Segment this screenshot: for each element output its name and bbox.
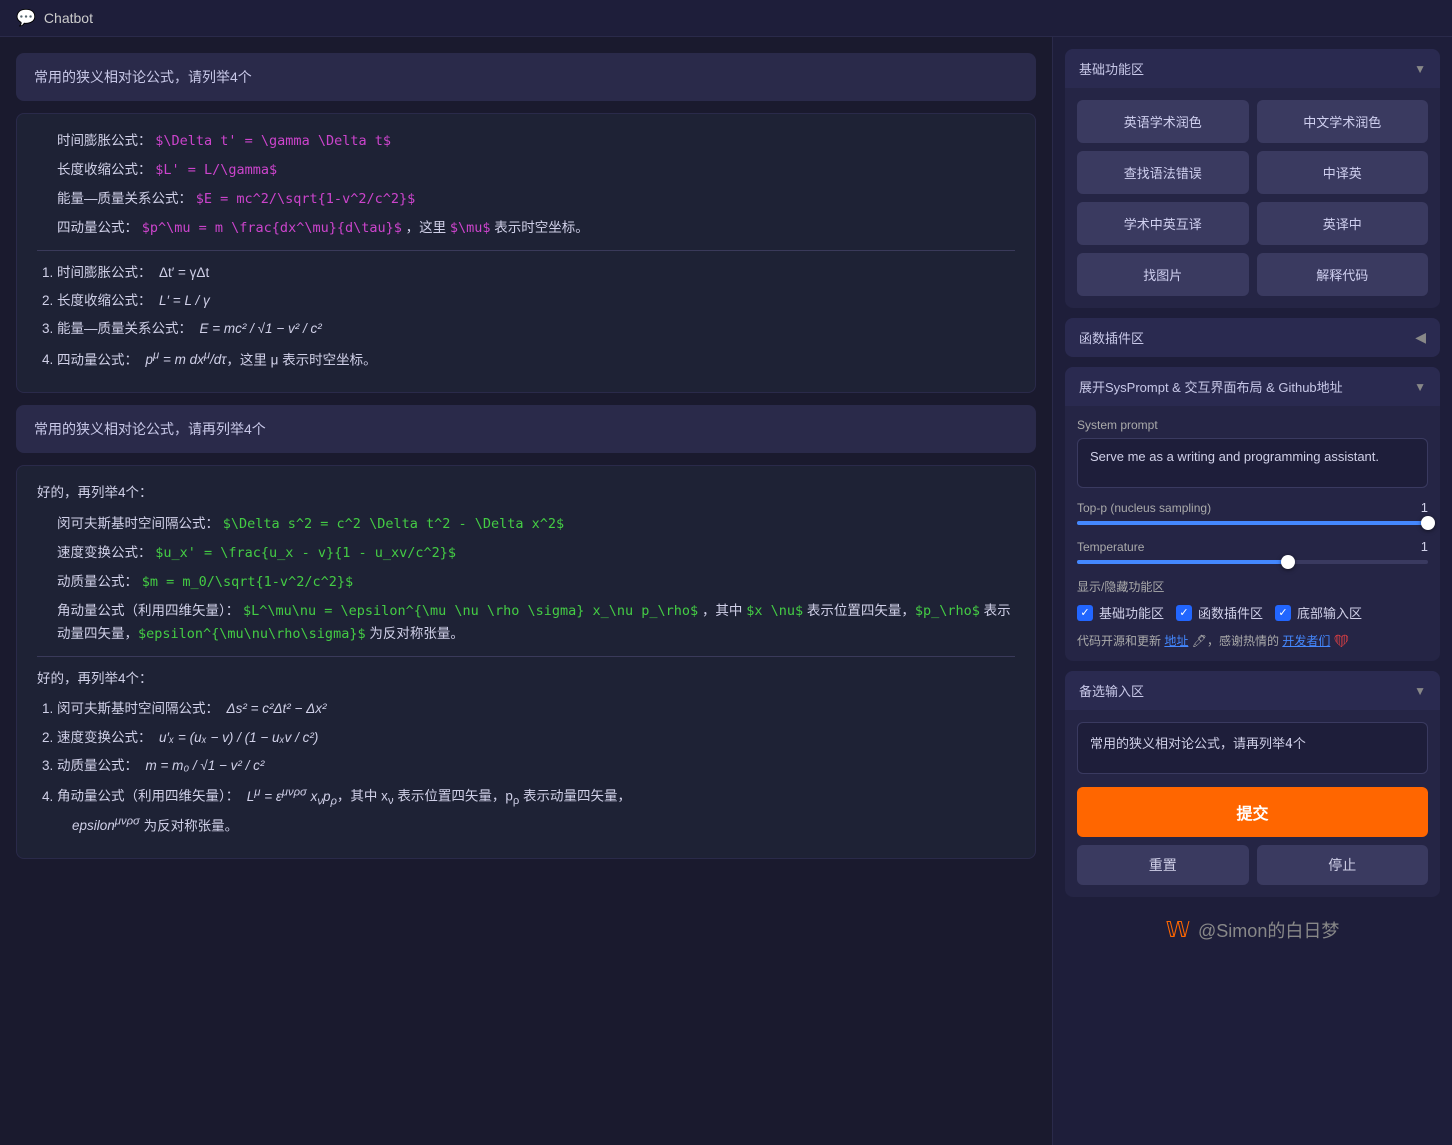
top-p-thumb [1421, 516, 1435, 530]
list-item: 长度收缩公式： $L' = L/\gamma$ [57, 159, 1015, 182]
btn-find-image[interactable]: 找图片 [1077, 253, 1249, 296]
top-p-value: 1 [1421, 500, 1428, 515]
user-message-2: 常用的狭义相对论公式，请再列举4个 [16, 405, 1036, 453]
temperature-value: 1 [1421, 539, 1428, 554]
basic-functions-grid: 英语学术润色 中文学术润色 查找语法错误 中译英 学术中英互译 英译中 找图片 … [1077, 100, 1428, 296]
checkbox-plugin-box: ✓ [1176, 605, 1192, 621]
devs-link[interactable]: 开发者们 [1282, 634, 1330, 648]
display-group: 显示/隐藏功能区 ✓ 基础功能区 ✓ 函数插件区 ✓ 底部输入区 [1077, 578, 1428, 622]
list-item: 速度变换公式： $u_x' = \frac{u_x - v}{1 - u_xv/… [57, 542, 1015, 565]
assistant-message-1: 时间膨胀公式： $\Delta t' = \gamma \Delta t$ 长度… [16, 113, 1036, 393]
assistant-message-2: 好的，再列举4个： 闵可夫斯基时空间隔公式： $\Delta s^2 = c^2… [16, 465, 1036, 859]
btn-en-to-zh[interactable]: 英译中 [1257, 202, 1429, 245]
top-p-track[interactable] [1077, 521, 1428, 525]
top-p-label: Top-p (nucleus sampling) [1077, 501, 1211, 515]
chat-icon: 💬 [16, 8, 36, 28]
temperature-group: Temperature 1 [1077, 539, 1428, 564]
btn-english-polish[interactable]: 英语学术润色 [1077, 100, 1249, 143]
sys-prompt-header[interactable]: 展开SysPrompt & 交互界面布局 & Github地址 ▼ [1065, 367, 1440, 406]
plugin-functions-header[interactable]: 函数插件区 ◀ [1065, 318, 1440, 357]
alt-input-body: 常用的狭义相对论公式，请再列举4个 提交 重置 停止 [1065, 710, 1440, 897]
basic-functions-body: 英语学术润色 中文学术润色 查找语法错误 中译英 学术中英互译 英译中 找图片 … [1065, 88, 1440, 308]
list-item: 速度变换公式： u′ₓ = (uₓ − v) / (1 − uₓv / c²) [57, 726, 1015, 750]
list-item: 四动量公式： pμ = m dxμ/dτ，这里 μ 表示时空坐标。 [57, 346, 1015, 373]
checkbox-input[interactable]: ✓ 底部输入区 [1275, 603, 1362, 622]
basic-functions-arrow: ▼ [1414, 62, 1426, 76]
list-item: 四动量公式： $p^\mu = m \frac{dx^\mu}{d\tau}$ … [57, 217, 1015, 240]
sys-prompt-arrow: ▼ [1414, 380, 1426, 394]
checkbox-plugin[interactable]: ✓ 函数插件区 [1176, 603, 1263, 622]
github-link[interactable]: 地址 [1164, 634, 1188, 648]
list-item: 动质量公式： $m = m_0/\sqrt{1-v^2/c^2}$ [57, 571, 1015, 594]
sys-prompt-section: 展开SysPrompt & 交互界面布局 & Github地址 ▼ System… [1065, 367, 1440, 661]
reset-button[interactable]: 重置 [1077, 845, 1249, 885]
alt-input-textarea[interactable]: 常用的狭义相对论公式，请再列举4个 [1077, 722, 1428, 774]
checkbox-basic[interactable]: ✓ 基础功能区 [1077, 603, 1164, 622]
plugin-functions-section: 函数插件区 ◀ [1065, 318, 1440, 357]
user-message-1: 常用的狭义相对论公式，请列举4个 [16, 53, 1036, 101]
submit-button[interactable]: 提交 [1077, 787, 1428, 837]
sys-prompt-body: System prompt Serve me as a writing and … [1065, 406, 1440, 661]
alt-input-arrow: ▼ [1414, 684, 1426, 698]
plugin-arrow: ◀ [1415, 329, 1426, 346]
btn-explain-code[interactable]: 解释代码 [1257, 253, 1429, 296]
top-p-fill [1077, 521, 1428, 525]
list-item: 能量—质量关系公式： $E = mc^2/\sqrt{1-v^2/c^2}$ [57, 188, 1015, 211]
main-layout: 常用的狭义相对论公式，请列举4个 时间膨胀公式： $\Delta t' = \g… [0, 37, 1452, 1145]
top-p-group: Top-p (nucleus sampling) 1 [1077, 500, 1428, 525]
sys-prompt-label: System prompt [1077, 418, 1428, 432]
basic-functions-section: 基础功能区 ▼ 英语学术润色 中文学术润色 查找语法错误 中译英 学术中英互译 … [1065, 49, 1440, 308]
list-item: 闵可夫斯基时空间隔公式： Δs² = c²Δt² − Δx² [57, 697, 1015, 721]
display-label: 显示/隐藏功能区 [1077, 578, 1428, 595]
btn-zh-to-en[interactable]: 中译英 [1257, 151, 1429, 194]
basic-functions-header[interactable]: 基础功能区 ▼ [1065, 49, 1440, 88]
checkbox-basic-box: ✓ [1077, 605, 1093, 621]
watermark: 𝕎 @Simon的白日梦 [1065, 907, 1440, 953]
sys-prompt-value[interactable]: Serve me as a writing and programming as… [1077, 438, 1428, 488]
list-item: 角动量公式（利用四维矢量）： $L^\mu\nu = \epsilon^{\mu… [57, 600, 1015, 646]
list-item: 闵可夫斯基时空间隔公式： $\Delta s^2 = c^2 \Delta t^… [57, 513, 1015, 536]
list-item: 时间膨胀公式： Δt′ = γΔt [57, 261, 1015, 285]
list-item: 时间膨胀公式： $\Delta t' = \gamma \Delta t$ [57, 130, 1015, 153]
temperature-thumb [1281, 555, 1295, 569]
chat-area: 常用的狭义相对论公式，请列举4个 时间膨胀公式： $\Delta t' = \g… [0, 37, 1052, 1145]
btn-academic-translate[interactable]: 学术中英互译 [1077, 202, 1249, 245]
alt-input-header[interactable]: 备选输入区 ▼ [1065, 671, 1440, 710]
app-header: 💬 Chatbot [0, 0, 1452, 37]
temperature-fill [1077, 560, 1288, 564]
stop-button[interactable]: 停止 [1257, 845, 1429, 885]
link-row: 代码开源和更新 地址 🖊，感谢热情的 开发者们 ❤ [1077, 632, 1428, 649]
list-item: 动质量公式： m = m₀ / √1 − v² / c² [57, 754, 1015, 778]
alt-input-section: 备选输入区 ▼ 常用的狭义相对论公式，请再列举4个 提交 重置 停止 [1065, 671, 1440, 897]
list-item: 能量—质量关系公式： E = mc² / √1 − v² / c² [57, 317, 1015, 341]
checkbox-input-box: ✓ [1275, 605, 1291, 621]
list-item: 长度收缩公式： L′ = L / γ [57, 289, 1015, 313]
right-panel: 基础功能区 ▼ 英语学术润色 中文学术润色 查找语法错误 中译英 学术中英互译 … [1052, 37, 1452, 1145]
temperature-label: Temperature [1077, 540, 1144, 554]
app-title: Chatbot [44, 10, 93, 26]
btn-grammar-check[interactable]: 查找语法错误 [1077, 151, 1249, 194]
list-item: 角动量公式（利用四维矢量）： Lμ = εμνρσ xνpρ，其中 xν 表示位… [57, 782, 1015, 838]
temperature-track[interactable] [1077, 560, 1428, 564]
btn-chinese-polish[interactable]: 中文学术润色 [1257, 100, 1429, 143]
